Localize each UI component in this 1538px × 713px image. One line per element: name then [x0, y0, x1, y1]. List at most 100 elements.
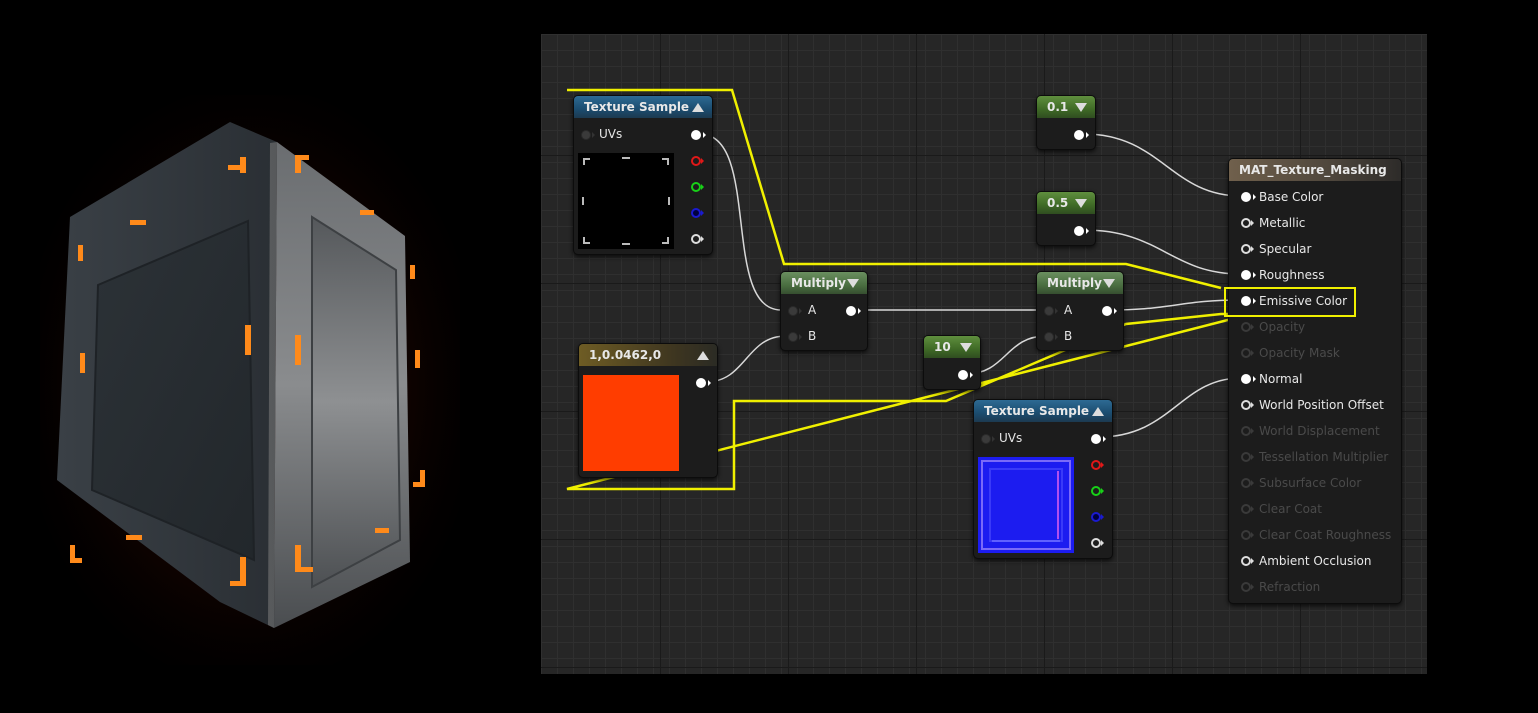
input-pin[interactable] [1241, 582, 1251, 592]
b-output-pin[interactable] [691, 208, 701, 218]
constant3-color-node[interactable]: 1,0.0462,0 [578, 343, 718, 478]
color-swatch [583, 375, 679, 471]
input-a-label: A [1064, 303, 1073, 317]
b-output-pin[interactable] [1091, 512, 1101, 522]
input-pin[interactable] [1241, 478, 1251, 488]
material-preview-viewport [20, 85, 480, 685]
input-label: World Displacement [1259, 424, 1380, 438]
input-pin[interactable] [1241, 270, 1251, 280]
input-b-label: B [808, 329, 817, 343]
g-output-pin[interactable] [1091, 486, 1101, 496]
node-title: 10 [934, 340, 951, 354]
expand-arrow-icon[interactable] [1103, 278, 1115, 288]
input-pin[interactable] [1241, 348, 1251, 358]
r-output-pin[interactable] [691, 156, 701, 166]
collapse-arrow-icon[interactable] [697, 350, 709, 360]
constant-0-1-node[interactable]: 0.1 [1036, 95, 1096, 150]
uvs-label: UVs [999, 431, 1023, 445]
material-input-base-color[interactable]: Base Color [1241, 189, 1323, 205]
wire-normal-to-normal [1098, 377, 1242, 438]
material-input-refraction[interactable]: Refraction [1241, 579, 1320, 595]
input-pin[interactable] [1241, 374, 1251, 384]
expand-arrow-icon[interactable] [1075, 198, 1087, 208]
g-output-pin[interactable] [691, 182, 701, 192]
input-label: Metallic [1259, 216, 1306, 230]
material-input-normal[interactable]: Normal [1241, 371, 1302, 387]
material-input-tessellation-multiplier[interactable]: Tessellation Multiplier [1241, 449, 1388, 465]
output-pin[interactable] [958, 370, 968, 380]
input-label: Roughness [1259, 268, 1325, 282]
material-graph-canvas[interactable]: Texture Sample UVs 1,0.0462,0 Multiply A… [541, 34, 1427, 674]
input-a-label: A [808, 303, 817, 317]
wire-multiply2-to-emissive [1109, 299, 1242, 311]
multiply-node-2[interactable]: Multiply A B [1036, 271, 1124, 351]
a-output-pin[interactable] [691, 234, 701, 244]
output-pin[interactable] [1102, 306, 1112, 316]
input-b-label: B [1064, 329, 1073, 343]
material-input-metallic[interactable]: Metallic [1241, 215, 1305, 231]
a-output-pin[interactable] [1091, 538, 1101, 548]
node-title: MAT_Texture_Masking [1239, 163, 1387, 177]
material-input-clear-coat-roughness[interactable]: Clear Coat Roughness [1241, 527, 1391, 543]
input-a-pin[interactable] [788, 306, 798, 316]
constant-0-5-node[interactable]: 0.5 [1036, 191, 1096, 246]
input-label: Normal [1259, 372, 1303, 386]
material-output-node[interactable]: MAT_Texture_Masking Base Color Metallic Sp… [1228, 158, 1402, 604]
input-pin[interactable] [1241, 192, 1251, 202]
input-label: Clear Coat [1259, 502, 1322, 516]
input-pin[interactable] [1241, 504, 1251, 514]
uvs-input-pin[interactable] [581, 130, 591, 140]
texture-preview-mask [578, 153, 674, 249]
input-pin[interactable] [1241, 244, 1251, 254]
material-input-ambient-occlusion[interactable]: Ambient Occlusion [1241, 553, 1371, 569]
input-pin[interactable] [1241, 530, 1251, 540]
input-b-pin[interactable] [788, 332, 798, 342]
node-title: 0.5 [1047, 196, 1069, 210]
multiply-node-1[interactable]: Multiply A B [780, 271, 868, 351]
expand-arrow-icon[interactable] [847, 278, 859, 288]
uvs-label: UVs [599, 127, 623, 141]
input-label: Opacity Mask [1259, 346, 1340, 360]
cube-render [20, 85, 480, 685]
material-input-specular[interactable]: Specular [1241, 241, 1311, 257]
output-pin[interactable] [1074, 130, 1084, 140]
material-input-opacity-mask[interactable]: Opacity Mask [1241, 345, 1340, 361]
input-pin[interactable] [1241, 218, 1251, 228]
rgb-output-pin[interactable] [691, 130, 701, 140]
output-pin[interactable] [846, 306, 856, 316]
expand-arrow-icon[interactable] [960, 342, 972, 352]
uvs-input-pin[interactable] [981, 434, 991, 444]
input-pin[interactable] [1241, 452, 1251, 462]
input-pin[interactable] [1241, 322, 1251, 332]
output-pin[interactable] [696, 378, 706, 388]
input-label: Specular [1259, 242, 1312, 256]
input-label: Ambient Occlusion [1259, 554, 1372, 568]
material-input-opacity[interactable]: Opacity [1241, 319, 1305, 335]
input-label: Tessellation Multiplier [1259, 450, 1389, 464]
collapse-arrow-icon[interactable] [692, 102, 704, 112]
expand-arrow-icon[interactable] [1075, 102, 1087, 112]
material-input-subsurface-color[interactable]: Subsurface Color [1241, 475, 1361, 491]
material-input-clear-coat[interactable]: Clear Coat [1241, 501, 1322, 517]
input-pin[interactable] [1241, 426, 1251, 436]
node-title: 0.1 [1047, 100, 1069, 114]
collapse-arrow-icon[interactable] [1092, 406, 1104, 416]
texture-sample-node-2[interactable]: Texture Sample UVs [973, 399, 1113, 559]
constant-10-node[interactable]: 10 [923, 335, 981, 390]
input-label: Base Color [1259, 190, 1324, 204]
material-input-roughness[interactable]: Roughness [1241, 267, 1324, 283]
wire-05-to-roughness [1083, 229, 1242, 275]
material-input-world-displacement[interactable]: World Displacement [1241, 423, 1380, 439]
texture-sample-node-1[interactable]: Texture Sample UVs [573, 95, 713, 255]
wire-color-to-multiply-b [705, 335, 787, 383]
output-pin[interactable] [1074, 226, 1084, 236]
input-pin[interactable] [1241, 556, 1251, 566]
input-label: Clear Coat Roughness [1259, 528, 1392, 542]
input-a-pin[interactable] [1044, 306, 1054, 316]
input-pin[interactable] [1241, 400, 1251, 410]
material-input-world-position-offset[interactable]: World Position Offset [1241, 397, 1384, 413]
rgb-output-pin[interactable] [1091, 434, 1101, 444]
input-b-pin[interactable] [1044, 332, 1054, 342]
node-title: Multiply [1047, 276, 1102, 290]
r-output-pin[interactable] [1091, 460, 1101, 470]
